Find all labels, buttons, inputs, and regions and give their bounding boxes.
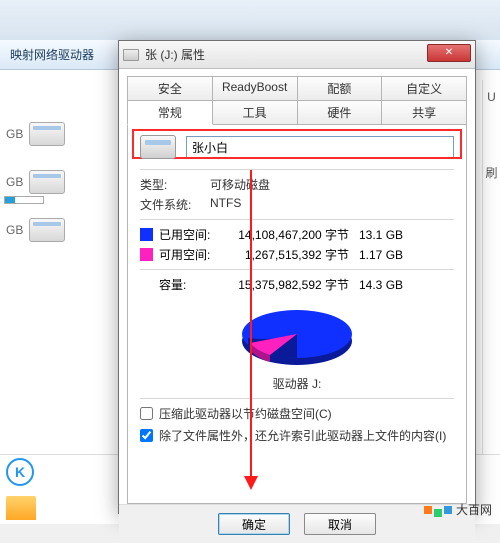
- tab-general[interactable]: 常规: [127, 100, 213, 125]
- compress-checkbox[interactable]: [140, 407, 153, 420]
- separator: [140, 269, 454, 270]
- separator: [140, 398, 454, 399]
- capacity-gb: 14.3 GB: [359, 278, 403, 292]
- watermark-sq: [434, 509, 442, 517]
- properties-dialog: 张 (J:) 属性 ✕ 安全 ReadyBoost 配额 自定义 常规 工具 硬…: [118, 40, 476, 514]
- used-color-swatch: [140, 228, 153, 241]
- k-app-icon[interactable]: K: [6, 458, 34, 486]
- index-label: 除了文件属性外，还允许索引此驱动器上文件的内容(I): [159, 427, 446, 444]
- tab-tools[interactable]: 工具: [213, 100, 298, 125]
- annotation-arrow: [250, 170, 252, 488]
- free-bytes: 1,267,515,392 字节: [219, 246, 359, 263]
- tab-sharing[interactable]: 共享: [382, 100, 467, 125]
- map-network-drive-button[interactable]: 映射网络驱动器: [10, 48, 94, 62]
- separator: [140, 169, 454, 170]
- watermark: 大百网: [424, 501, 492, 518]
- drive-row[interactable]: GB: [0, 158, 115, 206]
- tabs-row-2: 常规 工具 硬件 共享: [127, 99, 467, 124]
- drive-list: GB GB GB: [0, 110, 115, 254]
- right-char: U: [483, 90, 500, 104]
- watermark-text: 大百网: [456, 501, 492, 518]
- drive-icon: [123, 49, 139, 61]
- tab-security[interactable]: 安全: [127, 76, 213, 100]
- used-label: 已用空间:: [159, 226, 219, 243]
- watermark-sq: [424, 506, 432, 514]
- type-value: 可移动磁盘: [210, 176, 270, 193]
- drive-icon: [29, 218, 65, 242]
- drive-row[interactable]: GB: [0, 206, 115, 254]
- dialog-title: 张 (J:) 属性: [145, 46, 205, 63]
- type-label: 类型:: [140, 176, 210, 193]
- capacity-bytes: 15,375,982,592 字节: [219, 276, 359, 293]
- cancel-button[interactable]: 取消: [304, 513, 376, 535]
- filesystem-label: 文件系统:: [140, 196, 210, 213]
- tab-quota[interactable]: 配额: [298, 76, 383, 100]
- free-color-swatch: [140, 248, 153, 261]
- free-gb: 1.17 GB: [359, 248, 403, 262]
- compress-label: 压缩此驱动器以节约磁盘空间(C): [159, 405, 332, 422]
- drive-row[interactable]: GB: [0, 110, 115, 158]
- watermark-sq: [444, 506, 452, 514]
- tab-general-body: 类型: 可移动磁盘 文件系统: NTFS 已用空间: 14,108,467,20…: [127, 124, 467, 504]
- drive-icon: [29, 170, 65, 194]
- ok-button[interactable]: 确定: [218, 513, 290, 535]
- drive-size: GB: [6, 223, 23, 237]
- drive-letter-label: 驱动器 J:: [140, 375, 454, 392]
- capacity-label: 容量:: [159, 276, 219, 293]
- tabs-row-1: 安全 ReadyBoost 配额 自定义: [127, 75, 467, 99]
- folder-icon[interactable]: [6, 496, 36, 520]
- drive-size: GB: [6, 175, 23, 189]
- drive-name-input[interactable]: [186, 136, 454, 158]
- tab-customize[interactable]: 自定义: [382, 76, 467, 100]
- filesystem-value: NTFS: [210, 196, 241, 213]
- explorer-titlebar: [0, 0, 500, 40]
- dialog-titlebar[interactable]: 张 (J:) 属性 ✕: [119, 41, 475, 69]
- drive-usage-bar: [4, 196, 44, 204]
- index-checkbox[interactable]: [140, 429, 153, 442]
- tab-readyboost[interactable]: ReadyBoost: [213, 76, 298, 100]
- tab-hardware[interactable]: 硬件: [298, 100, 383, 125]
- used-gb: 13.1 GB: [359, 228, 403, 242]
- free-label: 可用空间:: [159, 246, 219, 263]
- drive-icon: [29, 122, 65, 146]
- drive-icon: [140, 135, 176, 159]
- drive-size: GB: [6, 127, 23, 141]
- used-bytes: 14,108,467,200 字节: [219, 226, 359, 243]
- right-char2: 刷: [483, 164, 500, 181]
- separator: [140, 219, 454, 220]
- close-button[interactable]: ✕: [427, 44, 471, 62]
